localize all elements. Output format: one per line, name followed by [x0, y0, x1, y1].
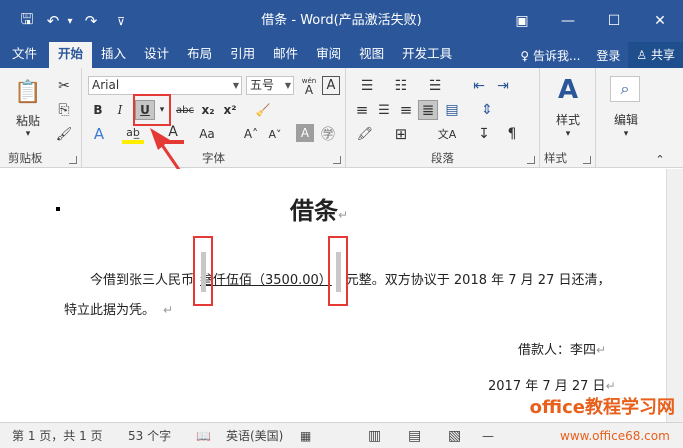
document-area: 借条↵ 今借到张三人民币 叁仟伍佰（3500.00） 元整。双方协议于 2018 年… [0, 169, 683, 422]
date-line[interactable]: 2017 年 7 月 27 日↵ [488, 375, 616, 394]
borrower-line[interactable]: 借款人：李四↵ [518, 339, 606, 358]
line1-prefix: 今借到张三人民币 [90, 273, 195, 288]
line1-amount: 叁仟伍佰（3500.00） [200, 273, 332, 288]
bullet-mark [56, 207, 60, 211]
status-bar: 第 1 页，共 1 页 53 个字 📖 英语(美国) ▦ ▥ ▤ ▧ — www… [0, 422, 683, 448]
watermark-title: office教程学习网 [529, 397, 675, 418]
selection-bar-right [336, 252, 341, 292]
word-count[interactable]: 53 个字 [128, 423, 171, 448]
paragraph-mark: ↵ [338, 208, 349, 222]
read-mode-icon[interactable]: ▥ [368, 423, 381, 448]
document-title-text: 借条 [290, 197, 338, 225]
paragraph-line-2[interactable]: 特立此据为凭。 ↵ [64, 299, 173, 318]
selection-bar-left [201, 252, 206, 292]
line1-suffix: 元整。双方协议于 2018 年 7 月 27 日还清， [345, 273, 611, 288]
paragraph-mark: ↵ [596, 343, 607, 357]
selection-box-right [328, 236, 348, 306]
date-text: 2017 年 7 月 27 日 [488, 379, 606, 394]
paragraph-line-1[interactable]: 今借到张三人民币 叁仟伍佰（3500.00） 元整。双方协议于 2018 年 7 月… [90, 269, 610, 288]
watermark-url: www.office68.com [560, 429, 670, 443]
paragraph-mark: ↵ [163, 303, 174, 317]
borrower-text: 借款人：李四 [518, 343, 597, 358]
web-layout-icon[interactable]: ▧ [448, 423, 461, 448]
arrow-head [150, 128, 170, 150]
page-count[interactable]: 第 1 页，共 1 页 [12, 423, 103, 448]
language-status[interactable]: 英语(美国) [226, 423, 283, 448]
selection-box-left [193, 236, 213, 306]
document-title[interactable]: 借条↵ [290, 191, 348, 226]
line2-text: 特立此据为凭。 [64, 303, 156, 318]
vertical-scrollbar[interactable] [666, 169, 683, 422]
paragraph-mark: ↵ [605, 379, 616, 393]
proofing-icon[interactable]: 📖 [196, 423, 211, 448]
macro-icon[interactable]: ▦ [300, 423, 311, 448]
print-layout-icon[interactable]: ▤ [408, 423, 421, 448]
page[interactable]: 借条↵ 今借到张三人民币 叁仟伍佰（3500.00） 元整。双方协议于 2018 年… [0, 169, 666, 422]
zoom-out-icon[interactable]: — [482, 423, 494, 448]
